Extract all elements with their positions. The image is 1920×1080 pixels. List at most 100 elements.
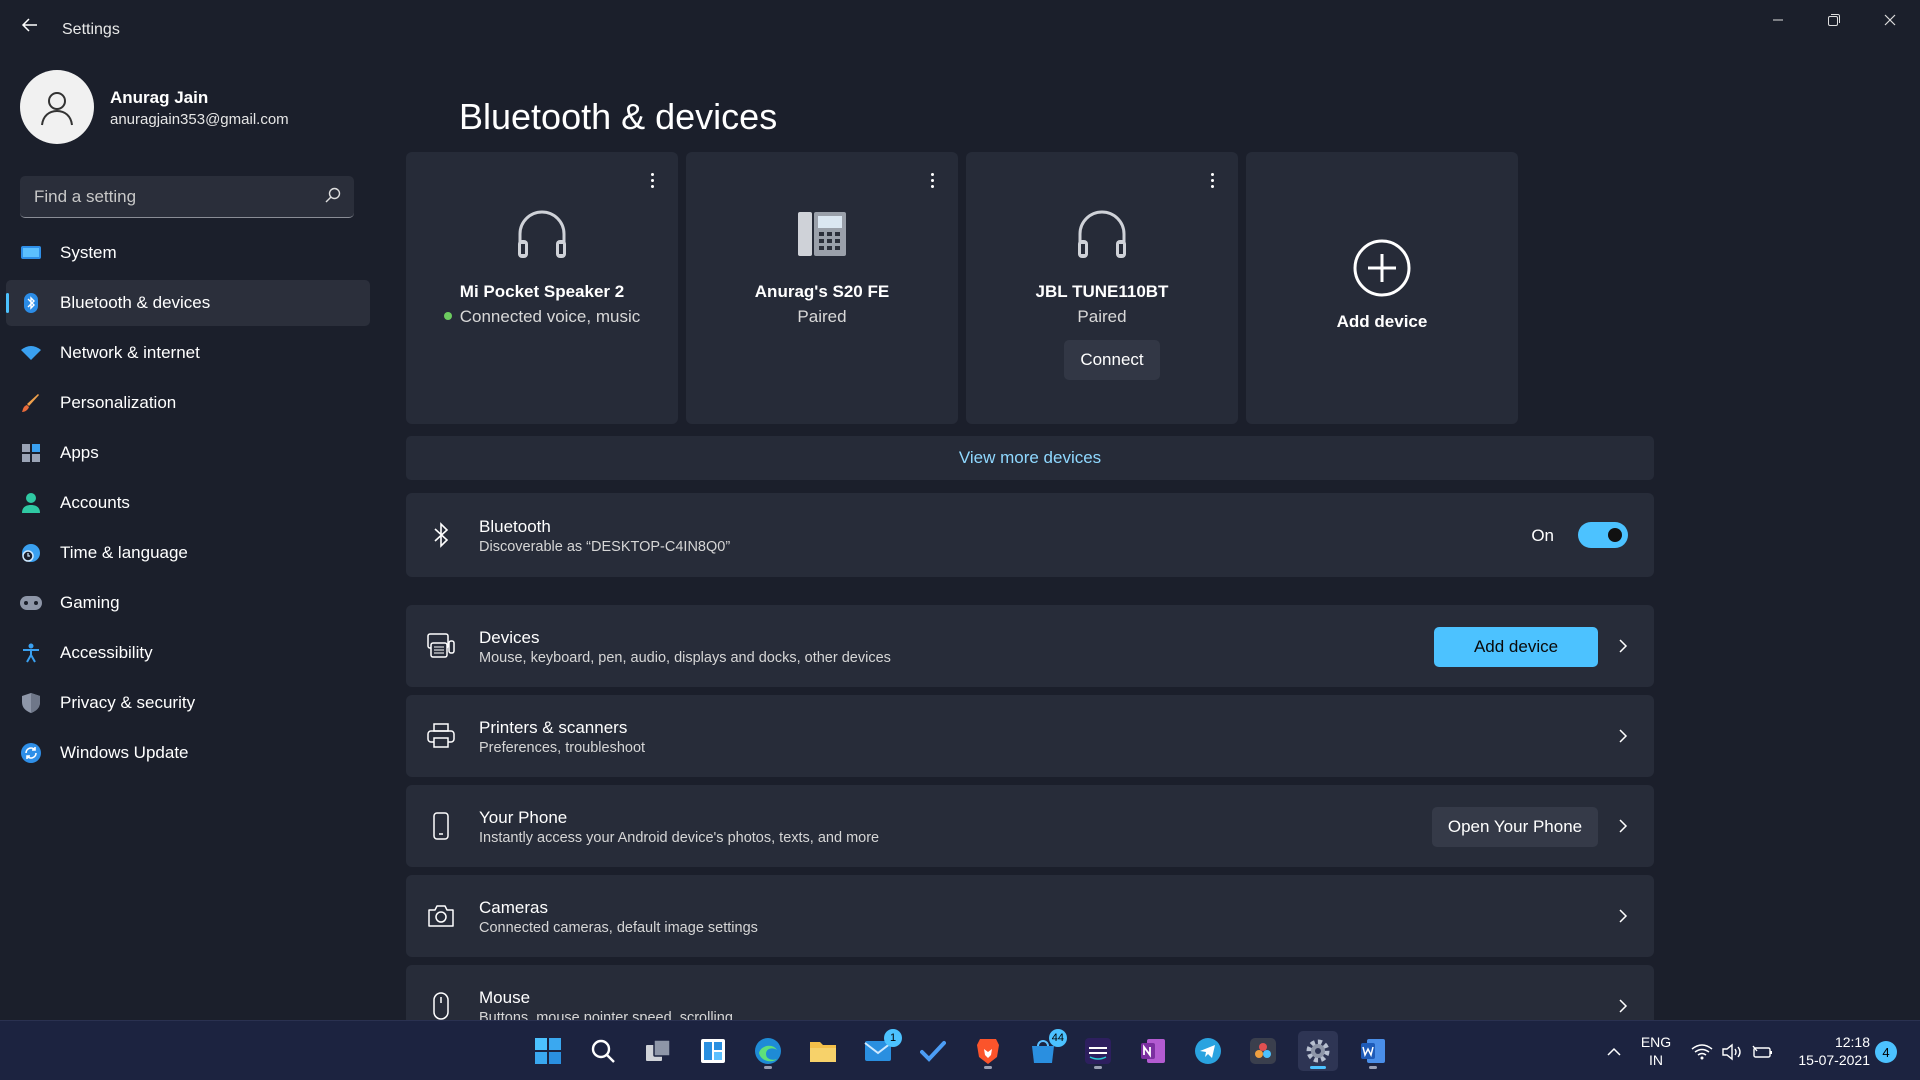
sidebar-item-system[interactable]: System xyxy=(6,230,370,276)
task-view-icon[interactable] xyxy=(638,1031,678,1071)
headphones-icon xyxy=(1072,204,1132,264)
chevron-right-icon xyxy=(1616,816,1630,836)
device-card[interactable]: Anurag's S20 FE Paired xyxy=(686,152,958,424)
sidebar-item-bluetooth-devices[interactable]: Bluetooth & devices xyxy=(6,280,370,326)
clock-date: 15-07-2021 xyxy=(1798,1052,1870,1068)
printers-scanners-row[interactable]: Printers & scanners Preferences, trouble… xyxy=(406,695,1654,777)
close-button[interactable] xyxy=(1870,8,1910,32)
toggle-knob xyxy=(1608,528,1622,542)
open-your-phone-button[interactable]: Open Your Phone xyxy=(1432,807,1598,847)
row-subtitle: Instantly access your Android device's p… xyxy=(479,830,880,846)
sidebar-item-label: Gaming xyxy=(60,593,120,612)
sidebar-item-windows-update[interactable]: Windows Update xyxy=(6,730,370,776)
restore-button[interactable] xyxy=(1814,8,1854,32)
more-options-icon[interactable] xyxy=(642,166,662,194)
mail-icon[interactable]: 1 xyxy=(858,1029,902,1071)
todo-icon[interactable] xyxy=(913,1031,953,1071)
more-options-icon[interactable] xyxy=(1202,166,1222,194)
row-subtitle: Preferences, troubleshoot xyxy=(479,740,646,756)
row-subtitle: Mouse, keyboard, pen, audio, displays an… xyxy=(479,650,891,666)
chevron-right-icon xyxy=(1616,726,1630,746)
battery-icon[interactable] xyxy=(1750,1041,1774,1063)
device-card[interactable]: JBL TUNE110BT Paired Connect xyxy=(966,152,1238,424)
wifi-icon[interactable] xyxy=(1690,1041,1714,1063)
shield-icon xyxy=(20,692,42,714)
sidebar-item-time-language[interactable]: Time & language xyxy=(6,530,370,576)
sidebar-item-privacy-security[interactable]: Privacy & security xyxy=(6,680,370,726)
brave-browser-icon[interactable] xyxy=(968,1031,1008,1071)
search-placeholder: Find a setting xyxy=(34,187,137,206)
device-name: Mi Pocket Speaker 2 xyxy=(459,282,625,301)
connected-dot-icon xyxy=(443,311,452,320)
title-bar: Settings xyxy=(0,0,1920,60)
row-title: Devices xyxy=(479,628,540,647)
onenote-icon[interactable] xyxy=(1133,1031,1173,1071)
search-icon[interactable] xyxy=(583,1031,623,1071)
language-indicator[interactable]: ENG IN xyxy=(1634,1033,1678,1069)
add-device-button[interactable]: Add device xyxy=(1434,627,1598,667)
view-more-devices-link[interactable]: View more devices xyxy=(406,436,1654,480)
clock[interactable]: 12:18 15-07-2021 xyxy=(1790,1033,1870,1069)
widgets-icon[interactable] xyxy=(693,1031,733,1071)
sidebar-item-network[interactable]: Network & internet xyxy=(6,330,370,376)
back-arrow-icon[interactable] xyxy=(18,16,42,40)
volume-icon[interactable] xyxy=(1720,1041,1744,1063)
region-code: IN xyxy=(1649,1052,1663,1068)
search-input[interactable]: Find a setting xyxy=(20,176,354,218)
settings-gear-icon[interactable] xyxy=(1298,1031,1338,1071)
your-phone-row[interactable]: Your Phone Instantly access your Android… xyxy=(406,785,1654,867)
app-title: Settings xyxy=(62,21,120,38)
add-device-label: Add device xyxy=(1336,312,1428,331)
sidebar-item-accounts[interactable]: Accounts xyxy=(6,480,370,526)
bluetooth-row: Bluetooth Discoverable as “DESKTOP-C4IN8… xyxy=(406,493,1654,577)
cameras-row[interactable]: Cameras Connected cameras, default image… xyxy=(406,875,1654,957)
user-profile[interactable]: Anurag Jain anuragjain353@gmail.com xyxy=(20,70,380,146)
davinci-resolve-icon[interactable] xyxy=(1243,1031,1283,1071)
word-icon[interactable] xyxy=(1353,1031,1393,1071)
sidebar-item-gaming[interactable]: Gaming xyxy=(6,580,370,626)
row-title: Your Phone xyxy=(479,808,568,827)
printer-icon xyxy=(426,721,456,751)
row-title: Mouse xyxy=(479,988,531,1007)
notification-badge[interactable]: 4 xyxy=(1875,1041,1897,1063)
sidebar-item-label: Windows Update xyxy=(60,743,189,762)
chevron-right-icon xyxy=(1616,636,1630,656)
phone-device-icon xyxy=(792,204,852,264)
update-icon xyxy=(20,742,42,764)
minimize-button[interactable] xyxy=(1758,8,1798,32)
telegram-icon[interactable] xyxy=(1188,1031,1228,1071)
more-options-icon[interactable] xyxy=(922,166,942,194)
sidebar-item-accessibility[interactable]: Accessibility xyxy=(6,630,370,676)
amazon-music-icon[interactable] xyxy=(1078,1031,1118,1071)
add-device-card[interactable]: Add device xyxy=(1246,152,1518,424)
globe-clock-icon xyxy=(20,542,42,564)
sidebar-item-apps[interactable]: Apps xyxy=(6,430,370,476)
file-explorer-icon[interactable] xyxy=(803,1031,843,1071)
device-status: Paired xyxy=(1077,307,1127,326)
headphones-icon xyxy=(512,204,572,264)
search-icon[interactable] xyxy=(324,186,344,206)
devices-row[interactable]: Devices Mouse, keyboard, pen, audio, dis… xyxy=(406,605,1654,687)
microsoft-store-icon[interactable]: 44 xyxy=(1023,1029,1067,1071)
add-circle-icon xyxy=(1352,238,1412,298)
sidebar-item-label: Personalization xyxy=(60,393,177,412)
mail-badge: 1 xyxy=(884,1029,902,1047)
chevron-up-icon[interactable] xyxy=(1602,1041,1626,1063)
sidebar-item-label: Privacy & security xyxy=(60,693,196,712)
edge-browser-icon[interactable] xyxy=(748,1031,788,1071)
page-title: Bluetooth & devices xyxy=(459,96,778,137)
bluetooth-toggle[interactable] xyxy=(1578,522,1628,548)
user-name: Anurag Jain xyxy=(110,88,209,107)
connect-button[interactable]: Connect xyxy=(1064,340,1160,380)
chevron-right-icon xyxy=(1616,996,1630,1016)
windows-start-icon[interactable] xyxy=(528,1031,568,1071)
devices-icon xyxy=(426,631,456,661)
chevron-right-icon xyxy=(1616,906,1630,926)
sidebar-item-personalization[interactable]: Personalization xyxy=(6,380,370,426)
sidebar-item-label: System xyxy=(60,243,117,262)
sidebar-item-label: Accounts xyxy=(60,493,130,512)
row-title: Printers & scanners xyxy=(479,718,628,737)
device-card[interactable]: Mi Pocket Speaker 2 Connected voice, mus… xyxy=(406,152,678,424)
clock-time: 12:18 xyxy=(1834,1034,1870,1050)
device-status: Connected voice, music xyxy=(406,307,678,327)
